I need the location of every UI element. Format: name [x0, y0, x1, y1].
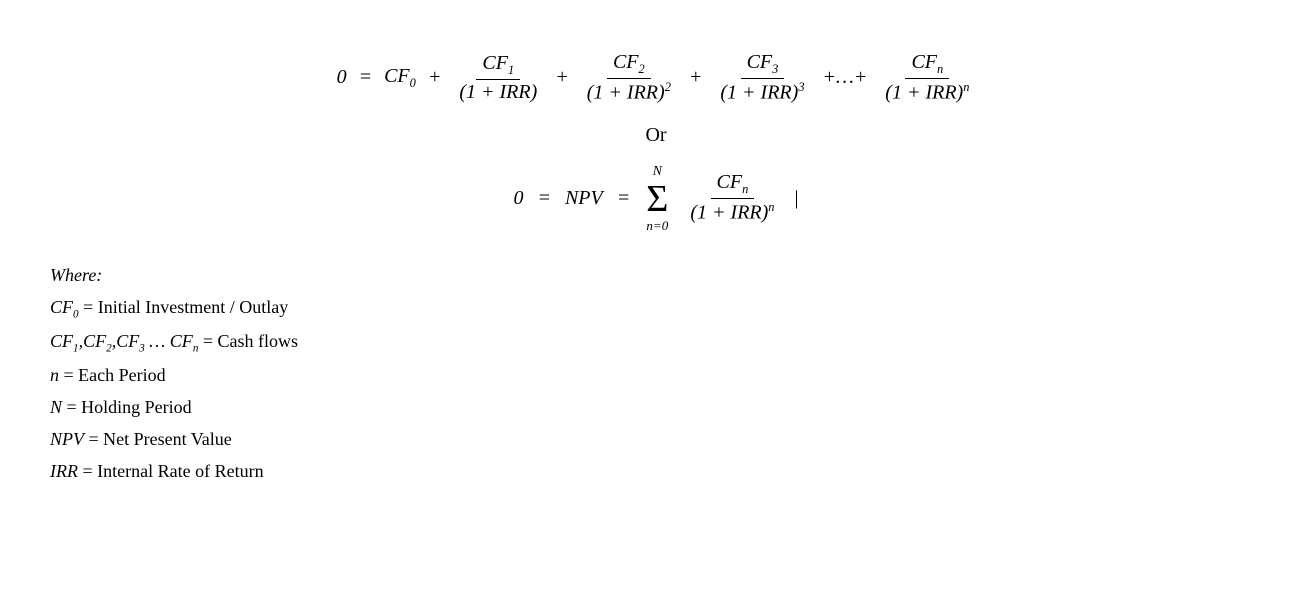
- where-section: Where: CF0 = Initial Investment / Outlay…: [50, 262, 1272, 486]
- formula2-equals1: =: [537, 187, 551, 210]
- formula1-plus2: +: [555, 66, 569, 89]
- summation-block: N Σ n=0: [646, 165, 668, 232]
- where-line2: CF1,CF2,CF3 … CFn = Cash flows: [50, 328, 1272, 357]
- formula2-npv: NPV: [565, 187, 603, 210]
- formula2-frac: CFn (1 + IRR)n: [684, 170, 780, 226]
- or-divider: Or: [40, 124, 1272, 147]
- where-line3: n = Each Period: [50, 362, 1272, 389]
- pipe-symbol: |: [795, 187, 799, 210]
- where-line4: N = Holding Period: [50, 394, 1272, 421]
- formula2-zero: 0: [513, 187, 523, 210]
- formula1-plus3: +: [689, 66, 703, 89]
- where-title: Where:: [50, 262, 1272, 289]
- formula1-plus1: +: [428, 66, 442, 89]
- formula1-row: 0 = CF0 + CF1 (1 + IRR) + CF2 (1 + IRR)2: [337, 50, 976, 106]
- formula1-cf0: CF0: [384, 65, 416, 91]
- formula1-frac3: CF3 (1 + IRR)3: [714, 50, 810, 106]
- formula1-section: 0 = CF0 + CF1 (1 + IRR) + CF2 (1 + IRR)2: [40, 50, 1272, 106]
- formula1-equals: =: [359, 66, 373, 89]
- where-line5: NPV = Net Present Value: [50, 426, 1272, 453]
- formula2-equals2: =: [617, 187, 631, 210]
- formula2-row: 0 = NPV = N Σ n=0 CFn (1 + IRR)n |: [513, 165, 798, 232]
- formula1-ellipsis: +…+: [823, 66, 868, 89]
- formula1-frac1: CF1 (1 + IRR): [453, 51, 543, 105]
- where-line1: CF0 = Initial Investment / Outlay: [50, 294, 1272, 323]
- formula1-zero: 0: [337, 66, 347, 89]
- main-content: 0 = CF0 + CF1 (1 + IRR) + CF2 (1 + IRR)2: [40, 20, 1272, 500]
- formula2-section: 0 = NPV = N Σ n=0 CFn (1 + IRR)n |: [40, 165, 1272, 232]
- formula1-frac2: CF2 (1 + IRR)2: [581, 50, 677, 106]
- formula1-fracn: CFn (1 + IRR)n: [879, 50, 975, 106]
- where-line6: IRR = Internal Rate of Return: [50, 458, 1272, 485]
